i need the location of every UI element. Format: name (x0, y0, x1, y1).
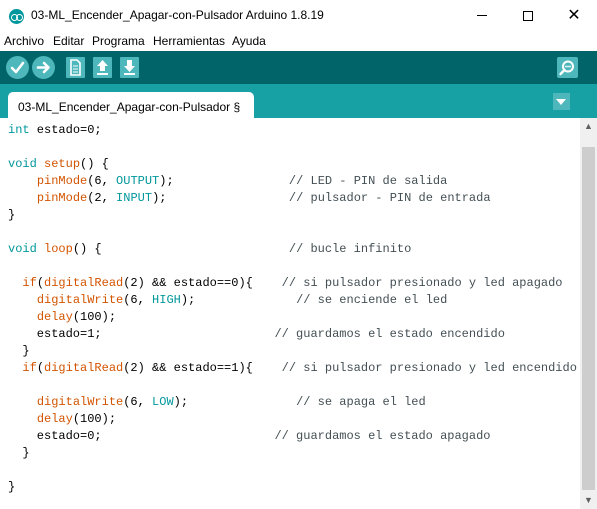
code-line: } (8, 446, 30, 460)
menu-bar: Archivo Editar Programa Herramientas Ayu… (0, 31, 597, 51)
menu-programa[interactable]: Programa (92, 34, 145, 48)
code-line: pinMode(6, OUTPUT); // LED - PIN de sali… (36, 174, 448, 188)
code-line: estado=1; // guardamos el estado encendi… (8, 327, 505, 341)
code-line: if(digitalRead(2) && estado==0){ // si p… (22, 276, 563, 290)
new-icon (70, 59, 81, 76)
verify-icon (10, 61, 25, 74)
tab-sketch[interactable]: 03-ML_Encender_Apagar-con-Pulsador § (8, 92, 254, 118)
tab-menu-dropdown-icon[interactable] (553, 93, 570, 110)
code-editor[interactable]: int estado=0; void setup() { pinMode(6, O… (0, 118, 580, 509)
menu-ayuda[interactable]: Ayuda (232, 34, 266, 48)
close-icon: ✕ (567, 7, 581, 24)
toolbar (0, 51, 597, 84)
code-line: digitalWrite(6, LOW); // se apaga el led (36, 395, 426, 409)
vertical-scrollbar[interactable]: ▲ ▼ (580, 118, 597, 509)
code-line: void setup() { (8, 157, 109, 171)
serial-monitor-icon (559, 60, 574, 76)
serial-monitor-button[interactable] (557, 57, 578, 78)
code-line: delay(100); (36, 412, 117, 426)
open-button[interactable] (93, 57, 112, 78)
scroll-down-icon[interactable]: ▼ (580, 492, 597, 509)
scroll-thumb[interactable] (582, 147, 595, 490)
title-bar: 03-ML_Encender_Apagar-con-Pulsador Ardui… (0, 0, 597, 31)
open-icon (97, 60, 108, 75)
upload-icon (36, 61, 50, 74)
code-line: } (8, 208, 16, 222)
close-button[interactable]: ✕ (551, 0, 597, 31)
arduino-logo-icon (9, 9, 24, 24)
save-button[interactable] (120, 57, 139, 78)
code-line: int estado=0; (8, 123, 102, 137)
maximize-icon (523, 10, 533, 21)
tab-strip: 03-ML_Encender_Apagar-con-Pulsador § (0, 84, 597, 118)
code-line: if(digitalRead(2) && estado==1){ // si p… (22, 361, 577, 375)
minimize-icon (477, 15, 487, 17)
new-button[interactable] (66, 57, 85, 78)
code-line: estado=0; // guardamos el estado apagado (8, 429, 491, 443)
code-line: digitalWrite(6, HIGH); // se enciende el… (36, 293, 448, 307)
upload-button[interactable] (32, 56, 55, 79)
scroll-up-icon[interactable]: ▲ (580, 118, 597, 135)
save-icon (124, 60, 135, 75)
window-title: 03-ML_Encender_Apagar-con-Pulsador Ardui… (31, 8, 324, 22)
code-line: } (8, 344, 30, 358)
menu-archivo[interactable]: Archivo (4, 34, 44, 48)
menu-editar[interactable]: Editar (53, 34, 84, 48)
code-line: delay(100); (36, 310, 117, 324)
verify-button[interactable] (6, 56, 29, 79)
code-line: } (8, 480, 16, 494)
minimize-button[interactable] (459, 0, 505, 31)
menu-herramientas[interactable]: Herramientas (153, 34, 225, 48)
code-line: void loop() { // bucle infinito (8, 242, 412, 256)
maximize-button[interactable] (505, 0, 551, 31)
code-line: pinMode(2, INPUT); // pulsador - PIN de … (36, 191, 491, 205)
